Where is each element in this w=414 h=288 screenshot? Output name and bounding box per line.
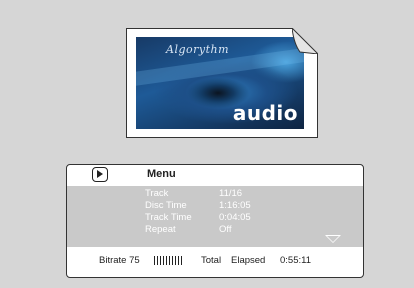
elapsed-label: Elapsed xyxy=(231,255,266,266)
album-art-image: Algorythm audio xyxy=(136,37,304,129)
info-value: Off xyxy=(219,224,232,235)
info-key: Repeat xyxy=(145,224,176,235)
status-bar: Bitrate 75 Total Elapsed 0:55:11 xyxy=(67,255,363,269)
menu-title[interactable]: Menu xyxy=(147,168,176,180)
scroll-down-icon[interactable] xyxy=(325,235,341,243)
bitrate-label: Bitrate 75 xyxy=(99,255,140,266)
art-brand-text: Algorythm xyxy=(166,43,230,56)
info-row-track-time: Track Time 0:04:05 xyxy=(67,212,363,224)
info-row-repeat: Repeat Off xyxy=(67,224,363,236)
info-key: Track xyxy=(145,188,169,199)
art-audio-label: audio xyxy=(232,101,298,125)
panel-header: Menu xyxy=(67,165,363,185)
info-area: Track 11/16 Disc Time 1:16:05 Track Time… xyxy=(67,186,363,247)
info-row-track: Track 11/16 xyxy=(67,188,363,200)
info-value: 1:16:05 xyxy=(219,200,251,211)
playback-panel: Menu Track 11/16 Disc Time 1:16:05 Track… xyxy=(66,164,364,278)
album-art-card: Algorythm audio xyxy=(126,28,318,138)
info-key: Track Time xyxy=(145,212,192,223)
page-curl-icon xyxy=(292,28,318,54)
elapsed-time: 0:55:11 xyxy=(280,255,311,266)
bitrate-meter-icon xyxy=(154,256,184,265)
info-row-disc-time: Disc Time 1:16:05 xyxy=(67,200,363,212)
info-value: 0:04:05 xyxy=(219,212,251,223)
play-icon[interactable] xyxy=(92,167,108,182)
total-label: Total xyxy=(201,255,222,266)
info-value: 11/16 xyxy=(219,188,243,199)
info-key: Disc Time xyxy=(145,200,187,211)
